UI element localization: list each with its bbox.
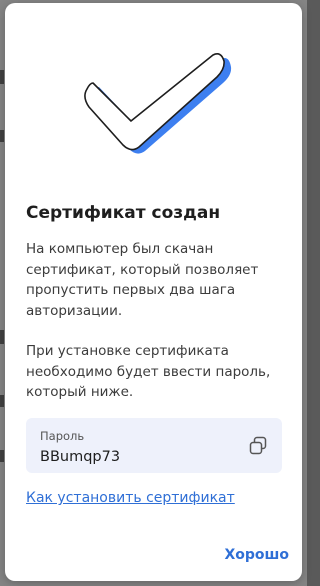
password-value[interactable]: BBumqp73 [40,449,120,465]
password-field: Пароль BBumqp73 [26,418,282,473]
install-certificate-link[interactable]: Как установить сертификат [26,490,235,506]
dialog-instruction: При установке сертификата необходимо буд… [26,343,271,400]
dialog-title: Сертификат создан [26,203,221,223]
dialog-description: На компьютер был скачан сертификат, кото… [26,241,259,319]
checkmark-icon [84,53,232,154]
ok-button[interactable]: Хорошо [224,547,289,563]
certificate-dialog: Сертификат создан На компьютер был скача… [5,3,302,581]
copy-icon[interactable] [248,436,268,456]
password-label: Пароль [40,429,85,443]
